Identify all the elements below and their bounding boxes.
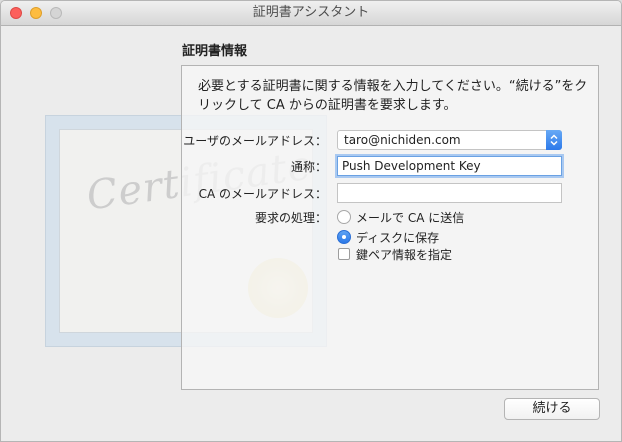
key-pair-label: 鍵ペア情報を指定 — [356, 248, 453, 262]
section-title: 証明書情報 — [182, 44, 248, 59]
certificate-assistant-window: 証明書アシスタント Certificate 証明書情報 必要とする証明書に関する… — [0, 0, 622, 442]
email-to-ca-label: メールで CA に送信 — [356, 211, 465, 225]
ca-email-input[interactable] — [337, 183, 562, 203]
continue-button[interactable]: 続ける — [504, 398, 600, 420]
popup-chevron-icon — [546, 130, 562, 150]
request-label: 要求の処理： — [254, 211, 327, 225]
description-text: 必要とする証明書に関する情報を入力してください。“続ける”をクリックして CA … — [198, 79, 588, 113]
email-to-ca-radio[interactable] — [337, 210, 351, 224]
form-panel: 必要とする証明書に関する情報を入力してください。“続ける”をクリックして CA … — [181, 65, 599, 390]
title-bar: 証明書アシスタント — [1, 1, 621, 26]
save-to-disk-label: ディスクに保存 — [356, 231, 440, 245]
email-value: taro@nichiden.com — [344, 133, 461, 147]
window-title: 証明書アシスタント — [252, 5, 370, 20]
key-pair-checkbox[interactable] — [338, 248, 350, 260]
save-to-disk-radio[interactable] — [337, 230, 351, 244]
email-popup[interactable]: taro@nichiden.com — [337, 130, 562, 150]
ca-email-label: CA のメールアドレス： — [198, 187, 327, 201]
email-label: ユーザのメールアドレス： — [183, 134, 327, 148]
common-name-input[interactable]: Push Development Key — [337, 156, 562, 176]
common-name-label: 通称： — [290, 160, 327, 174]
